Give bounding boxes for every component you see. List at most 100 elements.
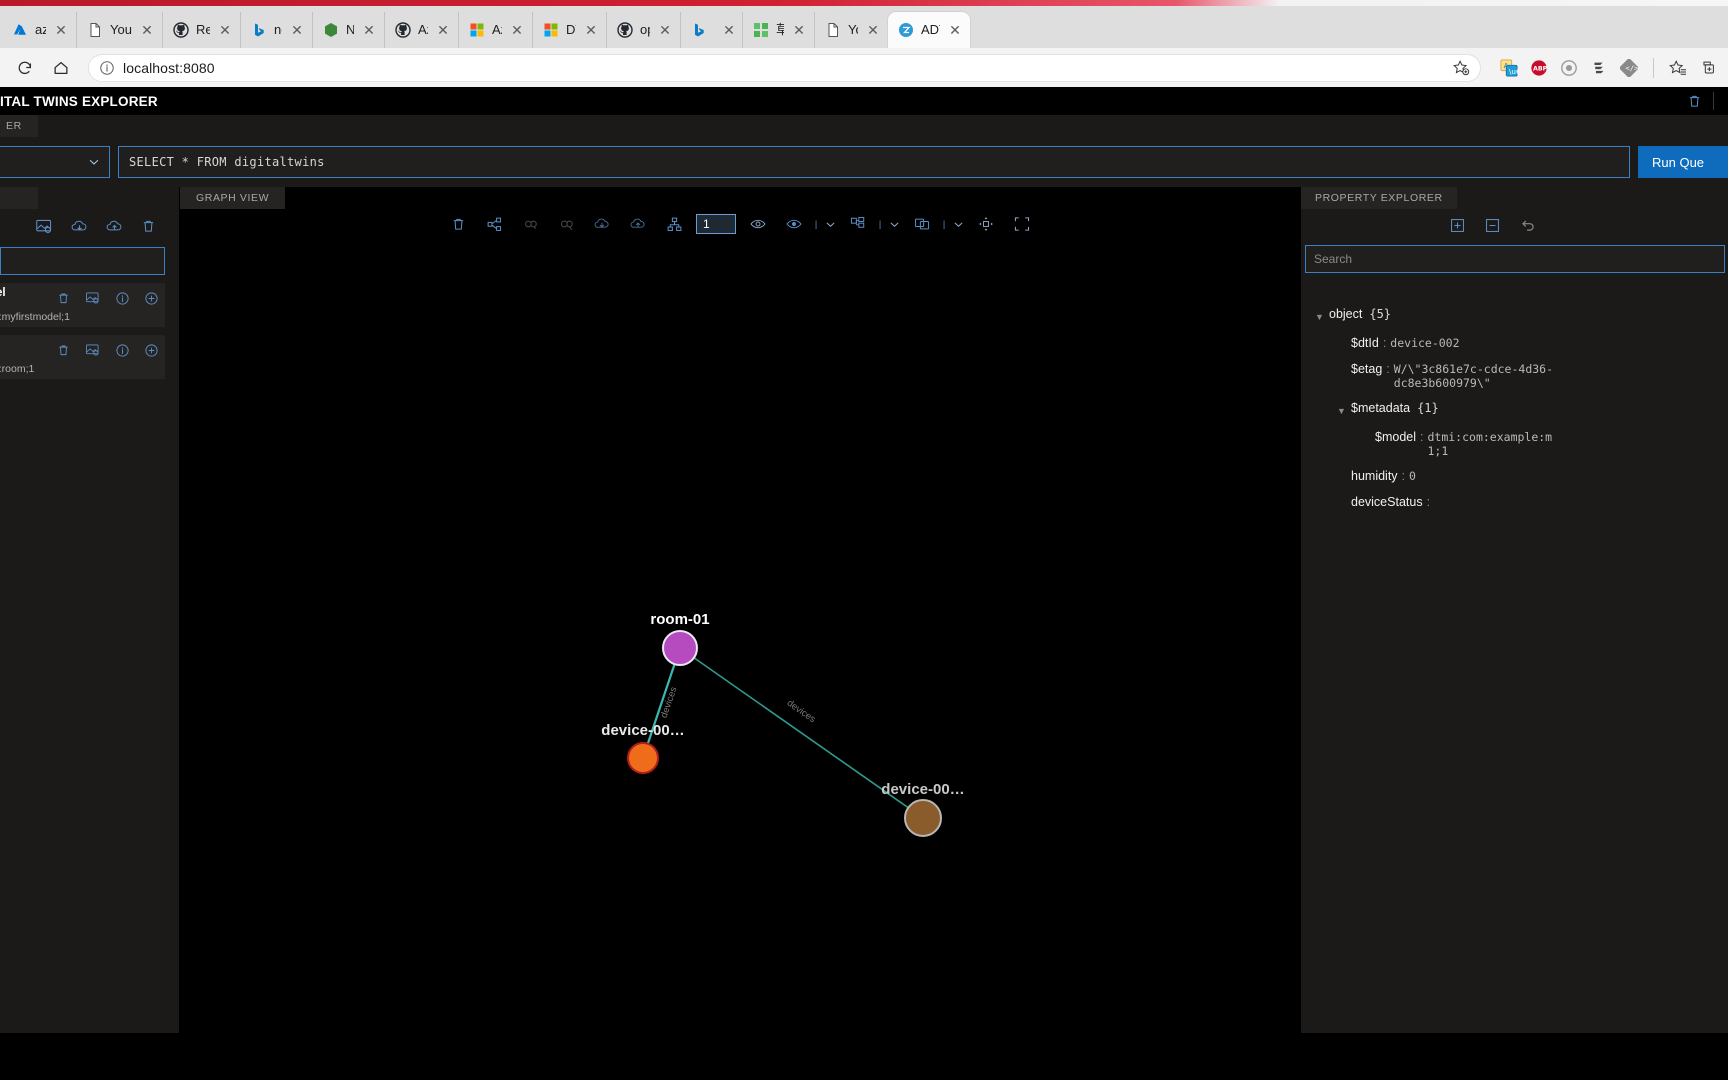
graph-node-room-01[interactable] bbox=[662, 630, 698, 666]
close-icon[interactable]: ✕ bbox=[139, 22, 155, 38]
delete-icon[interactable] bbox=[1686, 93, 1703, 110]
query-input[interactable]: SELECT * FROM digitaltwins bbox=[118, 146, 1630, 178]
left-panel-tab[interactable] bbox=[0, 187, 38, 209]
tree-item-devicestatus[interactable]: deviceStatus : bbox=[1315, 495, 1728, 510]
close-icon[interactable]: ✕ bbox=[791, 22, 807, 38]
tree-item-humidity[interactable]: humidity : 0 bbox=[1315, 469, 1728, 484]
delete-all-icon[interactable] bbox=[140, 218, 157, 235]
close-icon[interactable]: ✕ bbox=[53, 22, 69, 38]
model-card-1[interactable]: mple:room;1 bbox=[0, 335, 165, 379]
graph-node-device-001[interactable] bbox=[627, 742, 659, 774]
close-icon[interactable]: ✕ bbox=[657, 22, 673, 38]
download-models-icon[interactable] bbox=[70, 217, 89, 236]
export-graph-icon[interactable] bbox=[620, 209, 656, 239]
upload-models-icon[interactable] bbox=[105, 217, 124, 236]
graph-toolbar[interactable]: 1 | | | bbox=[180, 209, 1300, 239]
chevron-down-icon[interactable] bbox=[884, 209, 904, 239]
graph-canvas[interactable]: devices devices room-01 device-00… devic… bbox=[180, 239, 1300, 1033]
collapse-all-icon[interactable] bbox=[1484, 217, 1501, 234]
delete-twin-icon[interactable] bbox=[440, 209, 476, 239]
add-icon[interactable] bbox=[144, 343, 159, 358]
fit-screen-icon[interactable] bbox=[1004, 209, 1040, 239]
browser-tab-7[interactable]: DTDL 模型 ✕ bbox=[532, 12, 606, 48]
close-icon[interactable]: ✕ bbox=[721, 22, 737, 38]
close-icon[interactable]: ✕ bbox=[947, 22, 963, 38]
add-icon[interactable] bbox=[144, 291, 159, 306]
url-text[interactable]: localhost:8080 bbox=[123, 60, 215, 76]
vscode-extension-icon[interactable]: </> bbox=[1619, 58, 1639, 78]
app-header-actions[interactable] bbox=[1686, 92, 1720, 110]
close-icon[interactable]: ✕ bbox=[361, 22, 377, 38]
left-panel-tabs[interactable] bbox=[0, 187, 179, 209]
layers-icon[interactable] bbox=[656, 209, 692, 239]
tree-item-metadata[interactable]: ▼ $metadata {1} bbox=[1315, 401, 1728, 419]
edge-extension-icon[interactable] bbox=[1589, 58, 1609, 78]
share-icon[interactable] bbox=[476, 209, 512, 239]
info-icon[interactable] bbox=[99, 60, 115, 76]
browser-tabstrip[interactable]: azure-dt-se ✕ Your Azure ✕ Releases · A … bbox=[0, 6, 1728, 48]
omnibox[interactable]: localhost:8080 bbox=[88, 53, 1481, 82]
close-icon[interactable]: ✕ bbox=[509, 22, 525, 38]
browser-tab-3[interactable]: node js - Bi ✕ bbox=[240, 12, 312, 48]
target-extension-icon[interactable] bbox=[1559, 58, 1579, 78]
image-upload-icon[interactable] bbox=[35, 217, 54, 236]
chevron-expanded-icon[interactable]: ▼ bbox=[1315, 307, 1329, 325]
expand-all-icon[interactable] bbox=[1449, 217, 1466, 234]
delete-relationship-icon[interactable] bbox=[548, 209, 584, 239]
browser-tab-4[interactable]: Node.js ✕ bbox=[312, 12, 384, 48]
center-icon[interactable] bbox=[968, 209, 1004, 239]
collections-icon[interactable] bbox=[1698, 58, 1718, 78]
chevron-down-icon[interactable] bbox=[87, 155, 101, 169]
info-icon[interactable] bbox=[115, 291, 130, 306]
close-icon[interactable]: ✕ bbox=[289, 22, 305, 38]
tree-root[interactable]: ▼ object {5} bbox=[1315, 307, 1728, 325]
browser-tab-12-active[interactable]: ADT Explore ✕ bbox=[888, 12, 970, 48]
tab-property-explorer[interactable]: PROPERTY EXPLORER bbox=[1301, 187, 1457, 209]
extension-icons[interactable]: A\u6587 ABP </> bbox=[1493, 57, 1718, 78]
import-graph-icon[interactable] bbox=[584, 209, 620, 239]
adblock-plus-icon[interactable]: ABP bbox=[1529, 58, 1549, 78]
chevron-expanded-icon[interactable]: ▼ bbox=[1337, 401, 1351, 419]
show-all-icon[interactable] bbox=[740, 209, 776, 239]
home-icon[interactable] bbox=[46, 53, 76, 83]
run-query-button[interactable]: Run Que bbox=[1638, 146, 1728, 178]
browser-tab-5[interactable]: Azure-Samp ✕ bbox=[384, 12, 458, 48]
model-card-actions[interactable] bbox=[6, 341, 159, 359]
property-explorer-toolbar[interactable] bbox=[1301, 209, 1728, 241]
close-icon[interactable]: ✕ bbox=[583, 22, 599, 38]
add-bookmark-icon[interactable] bbox=[1452, 59, 1470, 77]
app-tabstrip[interactable]: ER bbox=[0, 115, 1728, 137]
tree-item-dtid[interactable]: $dtId : device-002 bbox=[1315, 336, 1728, 351]
chevron-down-icon[interactable] bbox=[948, 209, 968, 239]
add-relationship-icon[interactable] bbox=[512, 209, 548, 239]
property-explorer-tabs[interactable]: PROPERTY EXPLORER bbox=[1301, 187, 1728, 209]
info-icon[interactable] bbox=[115, 343, 130, 358]
instance-select[interactable] bbox=[0, 146, 110, 178]
translate-extension-icon[interactable]: A\u6587 bbox=[1499, 58, 1519, 78]
image-icon[interactable] bbox=[85, 342, 101, 358]
eye-options-icon[interactable] bbox=[776, 209, 812, 239]
browser-tab-8[interactable]: opendigitalt ✕ bbox=[606, 12, 680, 48]
close-icon[interactable]: ✕ bbox=[217, 22, 233, 38]
tab-graph-view[interactable]: GRAPH VIEW bbox=[180, 187, 286, 209]
app-tab-explorer[interactable]: ER bbox=[0, 115, 38, 137]
model-card-0[interactable]: el mple:myfirstmodel;1 bbox=[0, 283, 165, 327]
delete-icon[interactable] bbox=[56, 291, 71, 306]
chevron-down-icon[interactable] bbox=[820, 209, 840, 239]
browser-tab-1[interactable]: Your Azure ✕ bbox=[76, 12, 162, 48]
browser-tab-0[interactable]: azure-dt-se ✕ bbox=[2, 12, 76, 48]
close-icon[interactable]: ✕ bbox=[865, 22, 881, 38]
model-card-actions[interactable] bbox=[6, 289, 159, 307]
tree-item-model[interactable]: $model : dtmi:com:example:m 1;1 bbox=[1315, 430, 1728, 458]
model-search-input[interactable] bbox=[0, 247, 165, 275]
model-image-icon[interactable] bbox=[904, 209, 940, 239]
favorites-icon[interactable] bbox=[1668, 58, 1688, 78]
delete-icon[interactable] bbox=[56, 343, 71, 358]
close-icon[interactable]: ✕ bbox=[435, 22, 451, 38]
layer-count-input[interactable]: 1 bbox=[696, 214, 736, 234]
browser-tab-11[interactable]: Your Azure ✕ bbox=[814, 12, 888, 48]
undo-icon[interactable] bbox=[1519, 216, 1537, 234]
browser-tab-9[interactable]: 草料二维码 ✕ bbox=[680, 12, 742, 48]
browser-tab-10[interactable]: 草料二维码S ✕ bbox=[742, 12, 814, 48]
property-tree[interactable]: ▼ object {5} $dtId : device-002 $etag : … bbox=[1301, 273, 1728, 510]
